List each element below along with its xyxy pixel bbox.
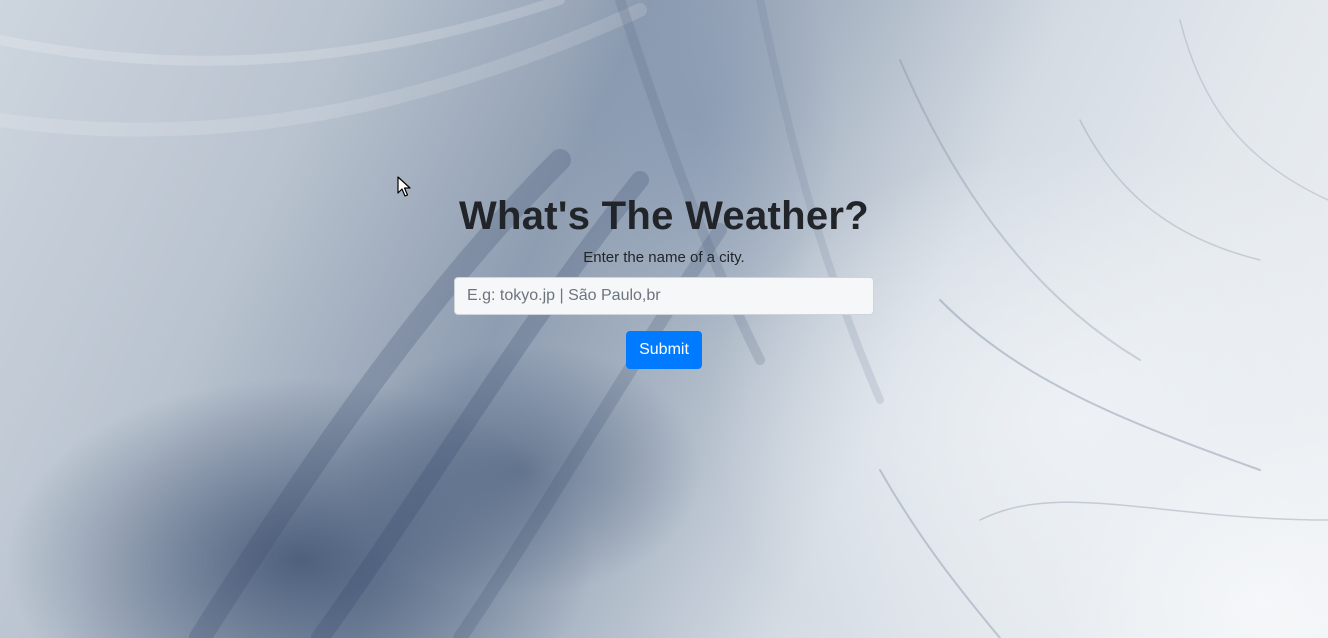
page-subtitle: Enter the name of a city. [583, 249, 745, 266]
city-search-form: Submit [0, 277, 1328, 369]
main-content: What's The Weather? Enter the name of a … [0, 190, 1328, 369]
mouse-pointer-icon [397, 176, 411, 197]
submit-button[interactable]: Submit [626, 331, 702, 369]
city-input[interactable] [454, 277, 874, 315]
page-title: What's The Weather? [458, 194, 870, 238]
